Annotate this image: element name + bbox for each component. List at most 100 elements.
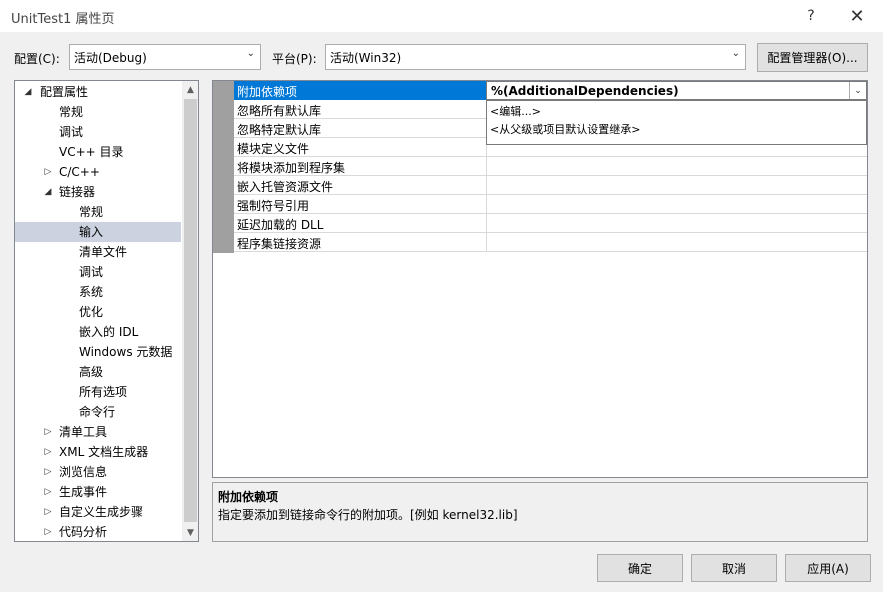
property-row[interactable]: 程序集链接资源 bbox=[234, 233, 867, 252]
editor-dropdown-list: <编辑...> <从父级或项目默认设置继承> bbox=[486, 100, 867, 145]
tree-item[interactable]: ▷ 代码分析 bbox=[15, 522, 181, 541]
tree-item-label: 生成事件 bbox=[59, 485, 108, 499]
property-name: 模块定义文件 bbox=[234, 138, 487, 157]
property-row[interactable]: 嵌入托管资源文件 bbox=[234, 176, 867, 195]
tree-item[interactable]: ▷ 浏览信息 bbox=[15, 462, 181, 482]
tree-item-label: 配置属性 bbox=[40, 85, 89, 99]
property-value[interactable] bbox=[488, 157, 867, 176]
collapsed-icon[interactable]: ▷ bbox=[43, 502, 53, 522]
editor-value: %(AdditionalDependencies) bbox=[491, 84, 679, 98]
tree-item[interactable]: 所有选项 bbox=[15, 382, 181, 402]
scroll-down-icon[interactable]: ▼ bbox=[182, 524, 198, 541]
collapsed-icon[interactable]: ▷ bbox=[43, 462, 53, 482]
description-text: 指定要添加到链接命令行的附加项。[例如 kernel32.lib] bbox=[218, 508, 518, 522]
tree-scrollbar[interactable]: ▲ ▼ bbox=[182, 81, 198, 541]
tree-item-label: VC++ 目录 bbox=[59, 145, 124, 159]
tree-item-label: 嵌入的 IDL bbox=[79, 325, 139, 339]
additional-dependencies-editor[interactable]: %(AdditionalDependencies) ⌄ bbox=[486, 81, 867, 100]
tree-item[interactable]: 系统 bbox=[15, 282, 181, 302]
tree-item-label: 常规 bbox=[59, 105, 84, 119]
tree-item-label: 输入 bbox=[79, 225, 104, 239]
tree-item[interactable]: Windows 元数据 bbox=[15, 342, 181, 362]
scroll-up-icon[interactable]: ▲ bbox=[182, 81, 198, 98]
property-value[interactable] bbox=[488, 195, 867, 214]
title-bar: UnitTest1 属性页 ? ✕ bbox=[0, 0, 883, 32]
config-select-value: 活动(Debug) bbox=[74, 51, 147, 65]
description-panel: 附加依赖项 指定要添加到链接命令行的附加项。[例如 kernel32.lib] bbox=[212, 482, 868, 542]
window-title: UnitTest1 属性页 bbox=[11, 12, 115, 27]
tree-item-label: 系统 bbox=[79, 285, 104, 299]
property-name: 忽略特定默认库 bbox=[234, 119, 487, 138]
collapsed-icon[interactable]: ▷ bbox=[43, 522, 53, 541]
property-name: 延迟加载的 DLL bbox=[234, 214, 487, 233]
tree-item[interactable]: ▷ 自定义生成步骤 bbox=[15, 502, 181, 522]
config-select[interactable]: 活动(Debug) ⌄ bbox=[69, 44, 261, 70]
config-manager-button[interactable]: 配置管理器(O)... bbox=[757, 43, 868, 72]
platform-select-value: 活动(Win32) bbox=[330, 51, 402, 65]
collapsed-icon[interactable]: ▷ bbox=[43, 482, 53, 502]
property-name: 程序集链接资源 bbox=[234, 233, 487, 252]
tree-item[interactable]: 高级 bbox=[15, 362, 181, 382]
tree-item-label: 代码分析 bbox=[59, 525, 108, 539]
chevron-down-icon: ⌄ bbox=[731, 48, 740, 59]
close-button[interactable]: ✕ bbox=[835, 0, 879, 32]
collapsed-icon[interactable]: ▷ bbox=[43, 162, 53, 182]
tree-item-label: 清单工具 bbox=[59, 425, 108, 439]
grid-margin bbox=[213, 81, 234, 253]
tree-item[interactable]: VC++ 目录 bbox=[15, 142, 181, 162]
tree-item-label: 清单文件 bbox=[79, 245, 128, 259]
property-value[interactable] bbox=[488, 214, 867, 233]
cancel-button[interactable]: 取消 bbox=[691, 554, 777, 582]
platform-label: 平台(P): bbox=[272, 52, 317, 66]
tree-item-label: XML 文档生成器 bbox=[59, 445, 149, 459]
apply-button[interactable]: 应用(A) bbox=[785, 554, 871, 582]
tree-item[interactable]: ▷ 生成事件 bbox=[15, 482, 181, 502]
tree-item-label: 所有选项 bbox=[79, 385, 128, 399]
tree-item-label: 高级 bbox=[79, 365, 104, 379]
property-name: 将模块添加到程序集 bbox=[234, 157, 487, 176]
tree-item[interactable]: ▷ C/C++ bbox=[15, 162, 181, 182]
tree-item-label: 常规 bbox=[79, 205, 104, 219]
tree-item[interactable]: ▷ XML 文档生成器 bbox=[15, 442, 181, 462]
collapsed-icon[interactable]: ▷ bbox=[43, 442, 53, 462]
ok-button[interactable]: 确定 bbox=[597, 554, 683, 582]
tree-item[interactable]: ▷ 清单工具 bbox=[15, 422, 181, 442]
property-name: 嵌入托管资源文件 bbox=[234, 176, 487, 195]
tree-item[interactable]: 常规 bbox=[15, 102, 181, 122]
property-value[interactable] bbox=[488, 233, 867, 252]
dropdown-option-edit[interactable]: <编辑...> bbox=[490, 103, 541, 121]
platform-select[interactable]: 活动(Win32) ⌄ bbox=[325, 44, 746, 70]
help-button[interactable]: ? bbox=[789, 0, 833, 32]
tree-item[interactable]: ◢ 配置属性 bbox=[15, 82, 181, 102]
property-row[interactable]: 强制符号引用 bbox=[234, 195, 867, 214]
scrollbar-thumb[interactable] bbox=[184, 99, 197, 522]
chevron-down-icon: ⌄ bbox=[246, 48, 255, 59]
property-value[interactable] bbox=[488, 176, 867, 195]
tree-item[interactable]: 清单文件 bbox=[15, 242, 181, 262]
tree-item[interactable]: 嵌入的 IDL bbox=[15, 322, 181, 342]
property-row[interactable]: 将模块添加到程序集 bbox=[234, 157, 867, 176]
tree-item[interactable]: 调试 bbox=[15, 262, 181, 282]
chevron-down-icon[interactable]: ⌄ bbox=[849, 82, 866, 99]
close-icon: ✕ bbox=[849, 5, 865, 27]
tree-item[interactable]: 调试 bbox=[15, 122, 181, 142]
expanded-icon[interactable]: ◢ bbox=[23, 82, 33, 102]
property-row[interactable]: 延迟加载的 DLL bbox=[234, 214, 867, 233]
expanded-icon[interactable]: ◢ bbox=[43, 182, 53, 202]
dropdown-option-inherit[interactable]: <从父级或项目默认设置继承> bbox=[490, 121, 640, 139]
collapsed-icon[interactable]: ▷ bbox=[43, 422, 53, 442]
tree-item[interactable]: 常规 bbox=[15, 202, 181, 222]
tree-item-label: 自定义生成步骤 bbox=[59, 505, 144, 519]
tree-item[interactable]: 命令行 bbox=[15, 402, 181, 422]
property-name: 附加依赖项 bbox=[234, 81, 487, 100]
tree-item-label: Windows 元数据 bbox=[79, 345, 173, 359]
description-title: 附加依赖项 bbox=[218, 490, 279, 504]
tree-item[interactable]: ◢ 链接器 bbox=[15, 182, 181, 202]
property-tree[interactable]: ◢ 配置属性 常规 调试 VC++ 目录 ▷ C/C++ ◢ 链接器 常规 输入 清单文件 调试 系统 优化… bbox=[14, 80, 199, 542]
tree-item-label: 浏览信息 bbox=[59, 465, 108, 479]
tree-item-label: 链接器 bbox=[59, 185, 96, 199]
tree-item[interactable]: 输入 bbox=[15, 222, 181, 242]
tree-item[interactable]: 优化 bbox=[15, 302, 181, 322]
help-icon: ? bbox=[807, 8, 815, 24]
tree-item-label: 调试 bbox=[59, 125, 84, 139]
